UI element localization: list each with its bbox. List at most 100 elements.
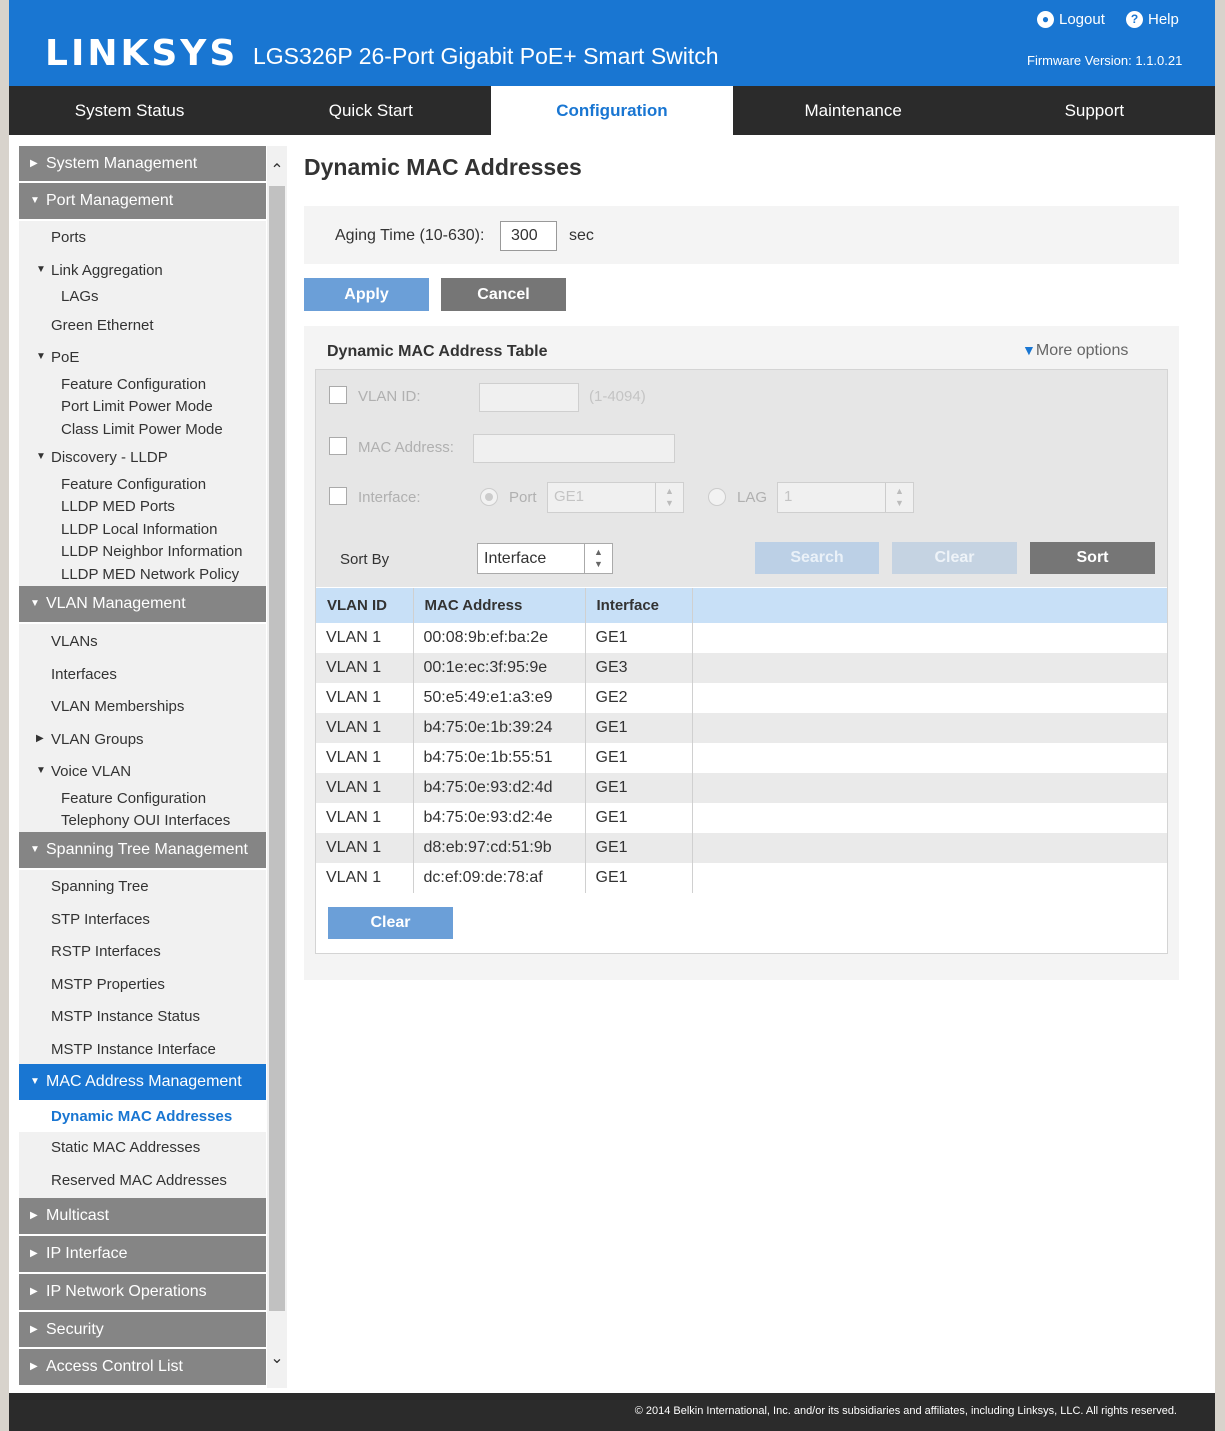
cancel-button[interactable]: Cancel xyxy=(441,278,566,311)
lock-icon: ● xyxy=(1037,11,1054,28)
sidebar-item-voice-vlan[interactable]: ▼ Voice VLAN xyxy=(19,763,266,783)
sidebar-section-system-management[interactable]: ▶ System Management xyxy=(19,146,266,183)
scroll-up-icon[interactable]: ⌃ xyxy=(269,160,285,180)
sidebar-item-voice-feature-configuration[interactable]: Feature Configuration xyxy=(61,790,206,807)
column-header-spacer xyxy=(692,588,1167,623)
sidebar-item-vlan-groups[interactable]: ▶ VLAN Groups xyxy=(19,731,266,751)
spinner-icon: ▲ ▼ xyxy=(885,483,913,512)
sidebar-item-reserved-mac-addresses[interactable]: Reserved MAC Addresses xyxy=(51,1172,227,1189)
cell-vlan-id: VLAN 1 xyxy=(316,743,414,773)
sort-button[interactable]: Sort xyxy=(1030,542,1155,574)
sidebar-item-poe-feature-configuration[interactable]: Feature Configuration xyxy=(61,376,206,393)
sidebar-section-ip-interface[interactable]: ▶ IP Interface xyxy=(19,1236,266,1274)
scroll-down-icon[interactable]: ⌄ xyxy=(269,1348,285,1368)
sidebar-item-port-limit-power-mode[interactable]: Port Limit Power Mode xyxy=(61,398,213,415)
vlan-id-checkbox[interactable] xyxy=(329,386,347,404)
port-select[interactable]: GE1 ▲ ▼ xyxy=(547,482,684,513)
mac-table-panel: Dynamic MAC Address Table ▼More options … xyxy=(304,326,1179,980)
caret-down-icon: ▼ xyxy=(36,264,46,275)
clear-table-button[interactable]: Clear xyxy=(328,907,453,939)
sidebar-item-dynamic-mac-addresses[interactable]: Dynamic MAC Addresses xyxy=(19,1102,266,1132)
sidebar-item-lags[interactable]: LAGs xyxy=(61,288,99,305)
filter-options: VLAN ID: (1-4094) MAC Address: Interface… xyxy=(316,370,1167,587)
tab-support[interactable]: Support xyxy=(974,86,1215,135)
sidebar-item-lldp-med-network-policy[interactable]: LLDP MED Network Policy xyxy=(61,566,239,583)
sidebar: ▶ System Management ▼ Port Management Po… xyxy=(19,146,266,1388)
vlan-id-input[interactable] xyxy=(479,383,579,412)
sidebar-item-stp-interfaces[interactable]: STP Interfaces xyxy=(51,911,150,928)
interface-checkbox[interactable] xyxy=(329,487,347,505)
table-row: VLAN 1 d8:eb:97:cd:51:9b GE1 xyxy=(316,833,1167,863)
sidebar-item-ports[interactable]: Ports xyxy=(51,229,86,246)
spinner-icon: ▲ ▼ xyxy=(655,483,683,512)
sidebar-item-rstp-interfaces[interactable]: RSTP Interfaces xyxy=(51,943,161,960)
mac-address-checkbox[interactable] xyxy=(329,437,347,455)
sidebar-item-mstp-properties[interactable]: MSTP Properties xyxy=(51,976,165,993)
sidebar-item-label: VLAN Groups xyxy=(51,731,144,748)
logout-link[interactable]: ● Logout xyxy=(1037,11,1105,28)
aging-time-input[interactable] xyxy=(500,221,557,251)
help-link[interactable]: ? Help xyxy=(1126,11,1179,28)
sidebar-section-security[interactable]: ▶ Security xyxy=(19,1312,266,1349)
sidebar-section-label: MAC Address Management xyxy=(46,1073,242,1090)
caret-down-icon: ▼ xyxy=(36,351,46,362)
lag-select[interactable]: 1 ▲ ▼ xyxy=(777,482,914,513)
sidebar-item-telephony-oui-interfaces[interactable]: Telephony OUI Interfaces xyxy=(61,812,230,829)
sort-by-select[interactable]: Interface ▲ ▼ xyxy=(477,543,613,574)
cell-vlan-id: VLAN 1 xyxy=(316,833,414,863)
table-row: VLAN 1 b4:75:0e:93:d2:4e GE1 xyxy=(316,803,1167,833)
sidebar-section-label: VLAN Management xyxy=(46,595,186,612)
cell-interface: GE1 xyxy=(585,803,693,833)
sidebar-section-ip-network-operations[interactable]: ▶ IP Network Operations xyxy=(19,1274,266,1312)
sidebar-item-discovery-lldp[interactable]: ▼ Discovery - LLDP xyxy=(19,449,266,469)
filter-clear-button[interactable]: Clear xyxy=(892,542,1017,574)
sidebar-section-label: IP Interface xyxy=(46,1245,128,1262)
caret-down-icon: ▼ xyxy=(36,451,46,462)
copyright-text: © 2014 Belkin International, Inc. and/or… xyxy=(634,1405,1177,1417)
cell-spacer xyxy=(692,623,1167,653)
sidebar-section-multicast[interactable]: ▶ Multicast xyxy=(19,1198,266,1236)
column-header-mac-address: MAC Address xyxy=(413,588,586,623)
sidebar-item-spanning-tree[interactable]: Spanning Tree xyxy=(51,878,149,895)
more-options-toggle[interactable]: ▼More options xyxy=(1022,342,1128,360)
table-title: Dynamic MAC Address Table xyxy=(327,343,548,360)
sidebar-item-mstp-instance-status[interactable]: MSTP Instance Status xyxy=(51,1008,200,1025)
sidebar-item-lldp-feature-configuration[interactable]: Feature Configuration xyxy=(61,476,206,493)
sidebar-item-lldp-neighbor-information[interactable]: LLDP Neighbor Information xyxy=(61,543,243,560)
sidebar-item-static-mac-addresses[interactable]: Static MAC Addresses xyxy=(51,1139,200,1156)
tab-quick-start[interactable]: Quick Start xyxy=(250,86,491,135)
sidebar-item-mstp-instance-interface[interactable]: MSTP Instance Interface xyxy=(51,1041,216,1058)
cell-mac-address: 50:e5:49:e1:a3:e9 xyxy=(413,683,586,713)
sidebar-section-access-control-list[interactable]: ▶ Access Control List xyxy=(19,1349,266,1387)
tab-maintenance[interactable]: Maintenance xyxy=(733,86,974,135)
sidebar-section-vlan-management[interactable]: ▼ VLAN Management xyxy=(19,586,266,624)
sidebar-item-vlan-memberships[interactable]: VLAN Memberships xyxy=(51,698,184,715)
sidebar-item-vlans[interactable]: VLANs xyxy=(51,633,98,650)
sidebar-item-interfaces[interactable]: Interfaces xyxy=(51,666,117,683)
sidebar-section-spanning-tree-management[interactable]: ▼ Spanning Tree Management xyxy=(19,832,266,870)
search-button[interactable]: Search xyxy=(755,542,879,574)
sidebar-scrollbar[interactable]: ⌃ ⌄ xyxy=(267,146,287,1388)
cell-mac-address: b4:75:0e:93:d2:4d xyxy=(413,773,586,803)
cell-interface: GE3 xyxy=(585,653,693,683)
tab-system-status[interactable]: System Status xyxy=(9,86,250,135)
sidebar-item-green-ethernet[interactable]: Green Ethernet xyxy=(51,317,154,334)
scrollbar-thumb[interactable] xyxy=(269,186,285,1311)
sidebar-section-mac-address-management[interactable]: ▼ MAC Address Management xyxy=(19,1064,266,1102)
cell-interface: GE1 xyxy=(585,773,693,803)
cell-vlan-id: VLAN 1 xyxy=(316,683,414,713)
port-radio[interactable] xyxy=(480,488,498,506)
cell-vlan-id: VLAN 1 xyxy=(316,863,414,893)
lag-radio[interactable] xyxy=(708,488,726,506)
caret-down-icon: ▼ xyxy=(36,765,46,776)
apply-button[interactable]: Apply xyxy=(304,278,429,311)
table-row: VLAN 1 b4:75:0e:93:d2:4d GE1 xyxy=(316,773,1167,803)
tab-configuration[interactable]: Configuration xyxy=(491,86,733,135)
sidebar-item-class-limit-power-mode[interactable]: Class Limit Power Mode xyxy=(61,421,223,438)
sidebar-item-poe[interactable]: ▼ PoE xyxy=(19,349,266,369)
sidebar-item-lldp-med-ports[interactable]: LLDP MED Ports xyxy=(61,498,175,515)
sidebar-item-lldp-local-information[interactable]: LLDP Local Information xyxy=(61,521,217,538)
sidebar-item-link-aggregation[interactable]: ▼ Link Aggregation xyxy=(19,262,266,282)
mac-address-input[interactable] xyxy=(473,434,675,463)
sidebar-section-port-management[interactable]: ▼ Port Management xyxy=(19,183,266,221)
